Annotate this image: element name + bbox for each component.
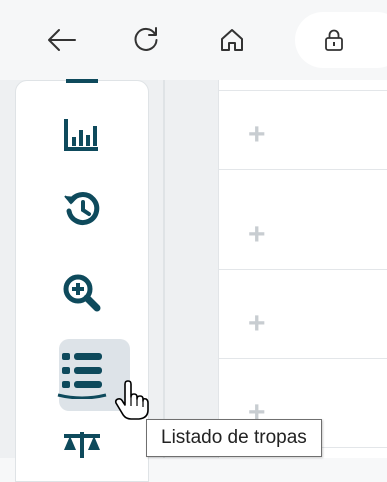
plus-icon[interactable]: + <box>248 220 266 250</box>
reload-icon <box>134 27 158 51</box>
sidebar-item-stats[interactable] <box>16 115 148 155</box>
table-row[interactable]: + <box>219 80 387 170</box>
page-content: + + + + <box>0 77 387 482</box>
table-row[interactable]: + <box>219 180 387 270</box>
hand-cursor-icon <box>113 380 149 425</box>
partial-icon <box>66 79 98 83</box>
scale-icon <box>64 432 100 458</box>
reload-button[interactable] <box>124 18 168 62</box>
table-row[interactable]: + <box>219 269 387 359</box>
bar-chart-icon <box>64 119 98 151</box>
tooltip: Listado de tropas <box>146 419 322 457</box>
sidebar-item-partial[interactable] <box>16 77 148 87</box>
address-bar[interactable] <box>295 12 387 68</box>
plus-icon[interactable]: + <box>248 309 266 339</box>
plus-icon[interactable]: + <box>248 120 266 150</box>
lock-icon <box>325 29 343 51</box>
zoom-in-icon <box>63 274 101 312</box>
content-panel: + + + + <box>218 80 387 458</box>
back-button[interactable] <box>40 18 84 62</box>
panel-divider <box>163 80 165 458</box>
sidebar-item-balance[interactable] <box>16 428 148 468</box>
history-icon <box>64 192 100 226</box>
sidebar-item-history[interactable] <box>16 189 148 229</box>
browser-toolbar <box>0 0 387 80</box>
arrow-left-icon <box>48 29 76 51</box>
home-icon <box>221 29 243 51</box>
home-button[interactable] <box>210 18 254 62</box>
sidebar-item-search[interactable] <box>16 273 148 313</box>
list-icon <box>57 353 107 399</box>
